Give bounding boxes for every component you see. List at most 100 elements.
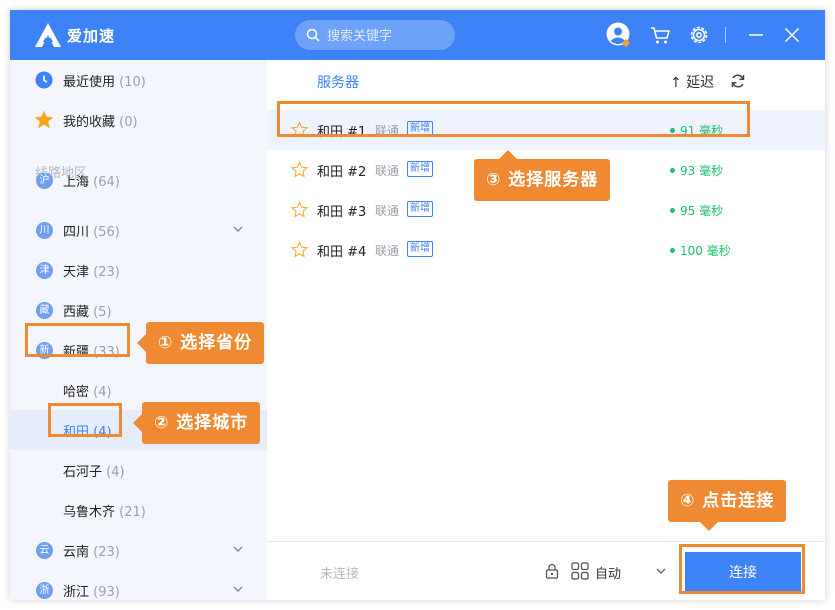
sidebar-item-count: (93) bbox=[93, 585, 120, 600]
sidebar-item-zhejiang[interactable]: 浙 浙江 (93) bbox=[10, 570, 267, 600]
sidebar-item-count: (23) bbox=[93, 545, 120, 560]
highlight-province bbox=[25, 323, 130, 357]
callout-arrow bbox=[133, 414, 142, 432]
region-badge-icon: 藏 bbox=[36, 302, 53, 319]
app-logo-icon bbox=[35, 23, 61, 47]
callout-step-2: ② 选择城市 bbox=[133, 402, 261, 444]
close-icon[interactable] bbox=[779, 22, 805, 48]
city-count: (21) bbox=[119, 505, 146, 520]
region-badge-icon: 云 bbox=[36, 542, 53, 559]
sidebar-item-recent[interactable]: 最近使用 (10) bbox=[10, 60, 267, 100]
server-latency: 95 毫秒 bbox=[670, 202, 723, 219]
avatar-icon[interactable] bbox=[606, 22, 632, 48]
latency-value: 95 毫秒 bbox=[680, 204, 724, 218]
mode-grid-icon[interactable] bbox=[571, 562, 589, 580]
highlight-city bbox=[48, 403, 122, 437]
latency-dot bbox=[670, 248, 675, 253]
search-icon bbox=[306, 28, 320, 42]
sidebar-item-label: 最近使用 bbox=[63, 75, 116, 90]
search-box[interactable] bbox=[295, 20, 455, 50]
server-isp: 联通 bbox=[375, 204, 400, 218]
city-label: 哈密 bbox=[63, 385, 90, 400]
favorite-star-icon[interactable] bbox=[291, 161, 308, 178]
city-label: 乌鲁木齐 bbox=[63, 505, 116, 520]
latency-value: 100 毫秒 bbox=[680, 244, 731, 258]
sidebar-item-count: (64) bbox=[93, 175, 120, 190]
new-badge: 新增 bbox=[407, 241, 433, 257]
server-row[interactable]: 和田 #4 联通 新增 100 毫秒 bbox=[267, 230, 825, 270]
chevron-down-icon[interactable] bbox=[232, 583, 244, 595]
server-column-header: 服务器 bbox=[317, 75, 359, 91]
sidebar-item-label: 上海 bbox=[63, 175, 90, 190]
new-badge: 新增 bbox=[407, 161, 433, 177]
latency-dot bbox=[670, 208, 675, 213]
callout-arrow bbox=[499, 150, 517, 159]
callout-step-4-text: ④ 点击连接 bbox=[680, 491, 775, 511]
sidebar-item-label: 浙江 bbox=[63, 585, 90, 600]
star-icon bbox=[34, 110, 54, 129]
sidebar-item-shanghai[interactable]: 沪 上海 (64) bbox=[10, 173, 267, 200]
server-latency: 100 毫秒 bbox=[670, 242, 731, 259]
connection-status: 未连接 bbox=[320, 567, 360, 582]
latency-value: 93 毫秒 bbox=[680, 164, 724, 178]
server-latency: 93 毫秒 bbox=[670, 162, 723, 179]
sidebar-item-count: (0) bbox=[119, 115, 138, 130]
server-isp: 联通 bbox=[375, 164, 400, 178]
sidebar-item-favorites[interactable]: 我的收藏 (0) bbox=[10, 100, 267, 140]
favorite-star-icon[interactable] bbox=[291, 201, 308, 218]
clock-icon bbox=[35, 71, 53, 89]
server-name: 和田 #3 bbox=[317, 205, 367, 220]
city-count: (4) bbox=[93, 385, 112, 400]
region-badge-icon: 浙 bbox=[36, 582, 53, 599]
server-isp: 联通 bbox=[375, 244, 400, 258]
new-badge: 新增 bbox=[407, 201, 433, 217]
city-label: 石河子 bbox=[63, 465, 103, 480]
region-badge-icon: 津 bbox=[36, 262, 53, 279]
callout-step-4: ④ 点击连接 bbox=[668, 480, 787, 531]
callout-arrow bbox=[700, 522, 718, 531]
mode-select-value[interactable]: 自动 bbox=[595, 563, 621, 582]
lock-icon[interactable] bbox=[544, 563, 560, 579]
sidebar-item-count: (10) bbox=[119, 75, 146, 90]
search-input[interactable] bbox=[325, 26, 449, 46]
latency-dot bbox=[670, 168, 675, 173]
cart-icon[interactable] bbox=[648, 22, 674, 48]
sidebar-item-label: 四川 bbox=[63, 225, 90, 240]
callout-arrow bbox=[137, 334, 146, 352]
sidebar-city-shihezi[interactable]: 石河子 (4) bbox=[10, 450, 267, 490]
title-bar: 爱加速 bbox=[10, 10, 825, 60]
sidebar-item-label: 云南 bbox=[63, 545, 90, 560]
chevron-down-icon[interactable] bbox=[232, 223, 244, 235]
region-badge-icon: 沪 bbox=[36, 173, 53, 189]
gear-icon[interactable] bbox=[686, 22, 712, 48]
sidebar-item-label: 西藏 bbox=[63, 305, 90, 320]
sidebar-item-tianjin[interactable]: 津 天津 (23) bbox=[10, 250, 267, 290]
sidebar-city-urumqi[interactable]: 乌鲁木齐 (21) bbox=[10, 490, 267, 530]
server-name: 和田 #2 bbox=[317, 165, 367, 180]
minimize-icon[interactable] bbox=[743, 22, 769, 48]
callout-step-1-text: ① 选择省份 bbox=[158, 333, 253, 353]
sidebar-item-label: 天津 bbox=[63, 265, 90, 280]
callout-step-2-text: ② 选择城市 bbox=[154, 413, 249, 433]
city-count: (4) bbox=[106, 465, 125, 480]
sidebar-item-count: (23) bbox=[93, 265, 120, 280]
sidebar-item-label: 我的收藏 bbox=[63, 115, 116, 130]
chevron-down-icon[interactable] bbox=[232, 543, 244, 555]
sidebar-item-yunnan[interactable]: 云 云南 (23) bbox=[10, 530, 267, 570]
server-name: 和田 #4 bbox=[317, 245, 367, 260]
sidebar-item-count: (56) bbox=[93, 225, 120, 240]
favorite-star-icon[interactable] bbox=[291, 241, 308, 258]
titlebar-divider bbox=[725, 27, 726, 43]
latency-sort-header[interactable]: ↑ 延迟 bbox=[670, 72, 714, 92]
app-brand: 爱加速 bbox=[67, 27, 116, 45]
callout-step-3: ③ 选择服务器 bbox=[474, 150, 611, 201]
chevron-down-icon[interactable] bbox=[655, 565, 667, 577]
callout-step-1: ① 选择省份 bbox=[137, 322, 265, 364]
highlight-server bbox=[277, 101, 750, 137]
region-badge-icon: 川 bbox=[36, 222, 53, 239]
refresh-icon[interactable] bbox=[730, 73, 746, 89]
sidebar-item-count: (5) bbox=[93, 305, 112, 320]
highlight-connect bbox=[679, 544, 805, 594]
callout-step-3-text: ③ 选择服务器 bbox=[486, 170, 599, 190]
sidebar-item-sichuan[interactable]: 川 四川 (56) bbox=[10, 210, 267, 250]
